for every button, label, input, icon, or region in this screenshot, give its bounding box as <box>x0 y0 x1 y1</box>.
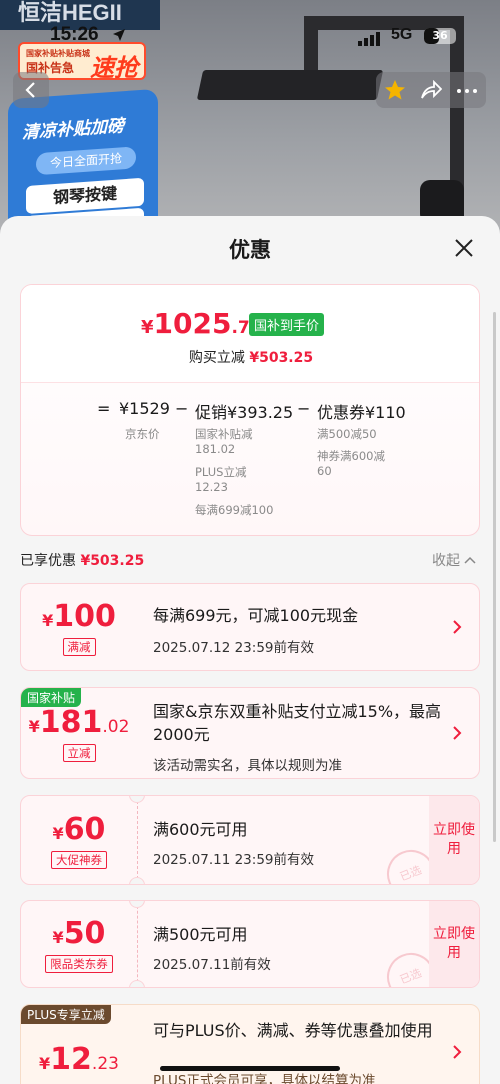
use-now-button[interactable]: 立即使用 <box>429 901 479 987</box>
coupon-amount: ¥60 大促神券 <box>51 811 107 869</box>
discount-card-plus[interactable]: PLUS专享立减 ¥12.23 可与PLUS价、满减、券等优惠叠加使用 PLUS… <box>20 1004 480 1084</box>
coupon-item: 60 <box>317 464 332 478</box>
back-button[interactable] <box>13 72 49 108</box>
home-indicator[interactable] <box>160 1066 340 1071</box>
discount-sheet: 优惠 ¥1025.75 国补到手价 购买立减 ¥503.25 = ¥1529 −… <box>0 216 500 1084</box>
star-icon[interactable] <box>384 79 406 101</box>
more-icon[interactable] <box>456 88 478 94</box>
coupon-item: 神券满600减 <box>317 449 385 463</box>
close-icon[interactable] <box>452 236 476 260</box>
coupon-condition: 满600元可用 <box>153 820 248 839</box>
promo-item: 每满699减100 <box>195 503 274 517</box>
enjoyed-discount: 已享优惠 ¥503.25 <box>20 553 145 569</box>
discount-card-full-reduction[interactable]: ¥100 满减 每满699元，可减100元现金 2025.07.12 23:59… <box>20 583 480 671</box>
promo-item: 国家补贴减 <box>195 427 253 441</box>
discount-amount: ¥181.02 立减 <box>28 704 130 762</box>
banner-title: 清凉补贴加磅 <box>22 116 124 144</box>
coupon-type-pill: 大促神券 <box>51 850 107 869</box>
final-price: ¥1025.75 <box>141 307 262 340</box>
coupon-card-600[interactable]: ¥60 大促神券 满600元可用 2025.07.11 23:59前有效 已选 … <box>20 795 480 885</box>
eq-sign: = <box>97 399 111 418</box>
jd-price-label: 京东价 <box>125 427 160 441</box>
discount-validity: 该活动需实名，具体以规则为准 <box>153 758 342 774</box>
coupon-condition: 满500元可用 <box>153 925 248 944</box>
coupon-amount: ¥50 限品类东券 <box>21 901 137 987</box>
price-breakdown: = ¥1529 − 促销¥393.25 − 优惠券¥110 <box>21 399 479 422</box>
discount-card-gov-subsidy[interactable]: 国家补贴 ¥181.02 立减 国家&京东双重补贴支付立减15%，最高2000元… <box>20 687 480 779</box>
signal-icon <box>358 32 380 46</box>
promo-accent-text: 速抢 <box>90 54 138 82</box>
top-actions <box>376 72 486 108</box>
share-icon[interactable] <box>420 80 442 100</box>
use-now-button[interactable]: 立即使用 <box>429 796 479 884</box>
price-summary: ¥1025.75 国补到手价 购买立减 ¥503.25 = ¥1529 − 促销… <box>20 284 480 536</box>
coupon-validity: 2025.07.11前有效 <box>153 957 271 973</box>
discount-description: 国家&京东双重补贴支付立减15%，最高2000元 <box>153 702 442 744</box>
discount-description: 每满699元，可减100元现金 <box>153 606 359 625</box>
coupon-type-pill: 限品类东券 <box>45 954 113 973</box>
chevron-up-icon <box>464 556 476 564</box>
minus-sign: − <box>297 399 311 418</box>
price-summary-top: ¥1025.75 国补到手价 购买立减 ¥503.25 <box>21 285 479 383</box>
status-time: 15:26 <box>50 24 99 45</box>
location-arrow-icon <box>113 29 125 41</box>
discount-type-pill: 满减 <box>62 637 96 656</box>
network-type: 5G <box>391 26 413 43</box>
discount-validity: 2025.07.12 23:59前有效 <box>153 640 314 656</box>
chevron-left-icon <box>25 82 35 98</box>
jd-price: ¥1529 <box>119 399 170 418</box>
battery-icon: 36 <box>424 28 456 44</box>
scrollbar[interactable] <box>493 312 496 842</box>
collapse-button[interactable]: 收起 <box>432 550 476 570</box>
coupon-item: 满500减50 <box>317 427 377 441</box>
status-bar: 15:26 5G 36 <box>0 24 500 50</box>
shower-head <box>196 70 384 100</box>
instant-discount: 购买立减 ¥503.25 <box>188 350 314 366</box>
discount-description: 可与PLUS价、满减、券等优惠叠加使用 <box>153 1021 433 1040</box>
discount-amount: ¥12.23 <box>39 1041 119 1077</box>
promo-item: 12.23 <box>195 480 228 494</box>
discount-amount: ¥100 满减 <box>42 598 116 656</box>
coupon-card-500[interactable]: ¥50 限品类东券 满500元可用 2025.07.11前有效 已选 立即使用 <box>20 900 480 988</box>
chevron-right-icon <box>453 1045 462 1059</box>
coupon-validity: 2025.07.11 23:59前有效 <box>153 852 314 868</box>
discount-condition: PLUS正式会员可享，具体以结算为准 <box>153 1073 376 1084</box>
chevron-right-icon <box>453 620 462 634</box>
minus-sign: − <box>175 399 189 418</box>
promo-item: 181.02 <box>195 442 236 456</box>
banner-sub: 今日全面开抢 <box>36 146 136 176</box>
promo-item: PLUS立减 <box>195 465 247 479</box>
coupon-total: 优惠券¥110 <box>317 403 406 422</box>
chevron-right-icon <box>453 726 462 740</box>
battery-level: 36 <box>432 29 448 42</box>
discount-type-pill: 立减 <box>62 743 96 762</box>
final-price-tag: 国补到手价 <box>249 313 325 336</box>
sheet-title: 优惠 <box>229 238 271 262</box>
promo-total: 促销¥393.25 <box>195 403 294 422</box>
